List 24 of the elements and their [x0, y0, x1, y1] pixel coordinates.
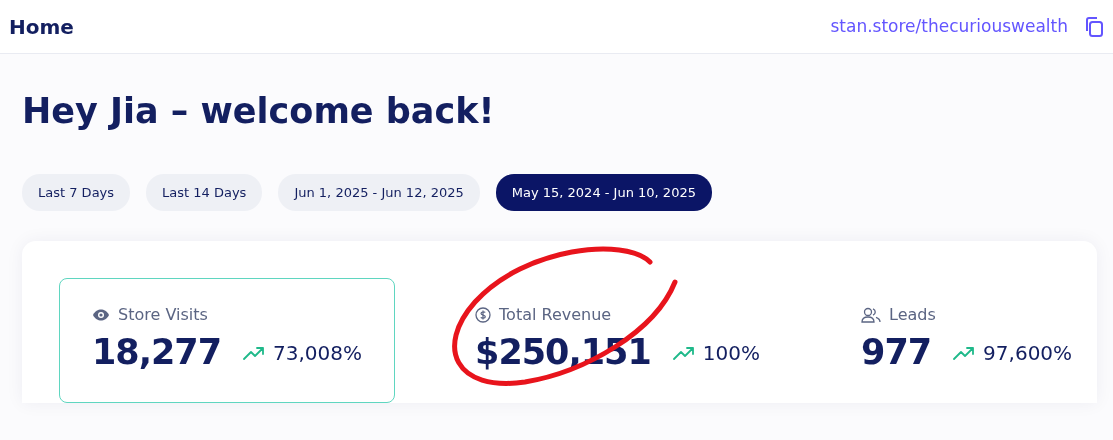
- page-title: Home: [9, 13, 74, 41]
- stat-change: 100%: [702, 339, 760, 367]
- trend-up-icon: [953, 345, 976, 360]
- stat-value: 18,277: [92, 335, 222, 370]
- users-icon: [861, 307, 882, 323]
- stat-card[interactable]: Store Visits 18,277 73,008%: [59, 278, 396, 403]
- copy-icon[interactable]: [1084, 15, 1104, 38]
- eye-icon: [92, 309, 110, 321]
- dollar-icon: [475, 307, 492, 323]
- stat-value: 977: [861, 335, 932, 370]
- stat-change: 97,600%: [983, 339, 1073, 367]
- trend-up-icon: [672, 345, 695, 360]
- stat-label: Total Revenue: [499, 304, 612, 326]
- date-range-button[interactable]: Last 14 Days: [146, 174, 263, 211]
- date-range-button[interactable]: Last 7 Days: [22, 174, 131, 211]
- stat-label: Store Visits: [118, 304, 208, 326]
- date-range-button[interactable]: May 15, 2024 - Jun 10, 2025: [495, 174, 712, 211]
- stat-change: 73,008%: [273, 339, 363, 367]
- date-range-button[interactable]: Jun 1, 2025 - Jun 12, 2025: [278, 174, 480, 211]
- store-link[interactable]: stan.store/thecuriouswealth: [830, 13, 1068, 40]
- trend-up-icon: [243, 345, 266, 360]
- stat-label: Leads: [889, 304, 936, 326]
- stat-card[interactable]: Leads 977 97,600%: [828, 278, 1106, 403]
- welcome-heading: Hey Jia – welcome back!: [22, 90, 496, 132]
